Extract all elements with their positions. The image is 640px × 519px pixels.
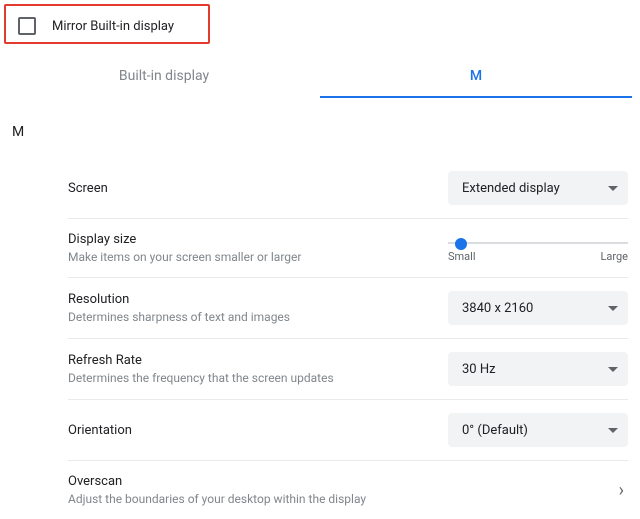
chevron-right-icon: › (615, 480, 628, 501)
screen-select[interactable]: Extended display (448, 171, 628, 205)
refresh-sub: Determines the frequency that the screen… (68, 371, 432, 385)
resolution-select[interactable]: 3840 x 2160 (448, 291, 628, 325)
section-title: M (12, 124, 24, 140)
resolution-sub: Determines sharpness of text and images (68, 310, 432, 324)
slider-min-label: Small (448, 250, 476, 263)
overscan-sub: Adjust the boundaries of your desktop wi… (68, 492, 599, 506)
caret-down-icon (608, 428, 618, 433)
display-size-title: Display size (68, 232, 432, 247)
refresh-title: Refresh Rate (68, 353, 432, 368)
tab-builtin-display[interactable]: Built-in display (8, 56, 320, 98)
resolution-select-value: 3840 x 2160 (462, 301, 533, 316)
slider-max-label: Large (600, 250, 628, 263)
row-orientation: Orientation 0° (Default) (68, 400, 628, 461)
display-size-slider[interactable] (448, 242, 628, 244)
mirror-builtin-row[interactable]: Mirror Built-in display (4, 4, 210, 44)
row-resolution: Resolution Determines sharpness of text … (68, 278, 628, 339)
mirror-checkbox[interactable] (18, 17, 36, 35)
orientation-select-value: 0° (Default) (462, 423, 528, 438)
caret-down-icon (608, 186, 618, 191)
orientation-select[interactable]: 0° (Default) (448, 413, 628, 447)
slider-thumb[interactable] (455, 238, 467, 250)
row-overscan[interactable]: Overscan Adjust the boundaries of your d… (68, 461, 628, 519)
mirror-label: Mirror Built-in display (52, 19, 174, 34)
caret-down-icon (608, 306, 618, 311)
orientation-title: Orientation (68, 423, 432, 438)
display-size-sub: Make items on your screen smaller or lar… (68, 250, 432, 264)
display-tabs: Built-in display M (8, 56, 632, 99)
screen-title: Screen (68, 181, 432, 196)
settings-list: Screen Extended display Display size Mak… (68, 158, 628, 519)
row-display-size: Display size Make items on your screen s… (68, 219, 628, 278)
screen-select-value: Extended display (462, 181, 560, 196)
row-refresh-rate: Refresh Rate Determines the frequency th… (68, 339, 628, 400)
row-screen: Screen Extended display (68, 158, 628, 219)
refresh-select[interactable]: 30 Hz (448, 352, 628, 386)
caret-down-icon (608, 367, 618, 372)
overscan-title: Overscan (68, 474, 599, 489)
tab-external-display[interactable]: M (320, 56, 632, 98)
refresh-select-value: 30 Hz (462, 362, 496, 377)
resolution-title: Resolution (68, 292, 432, 307)
